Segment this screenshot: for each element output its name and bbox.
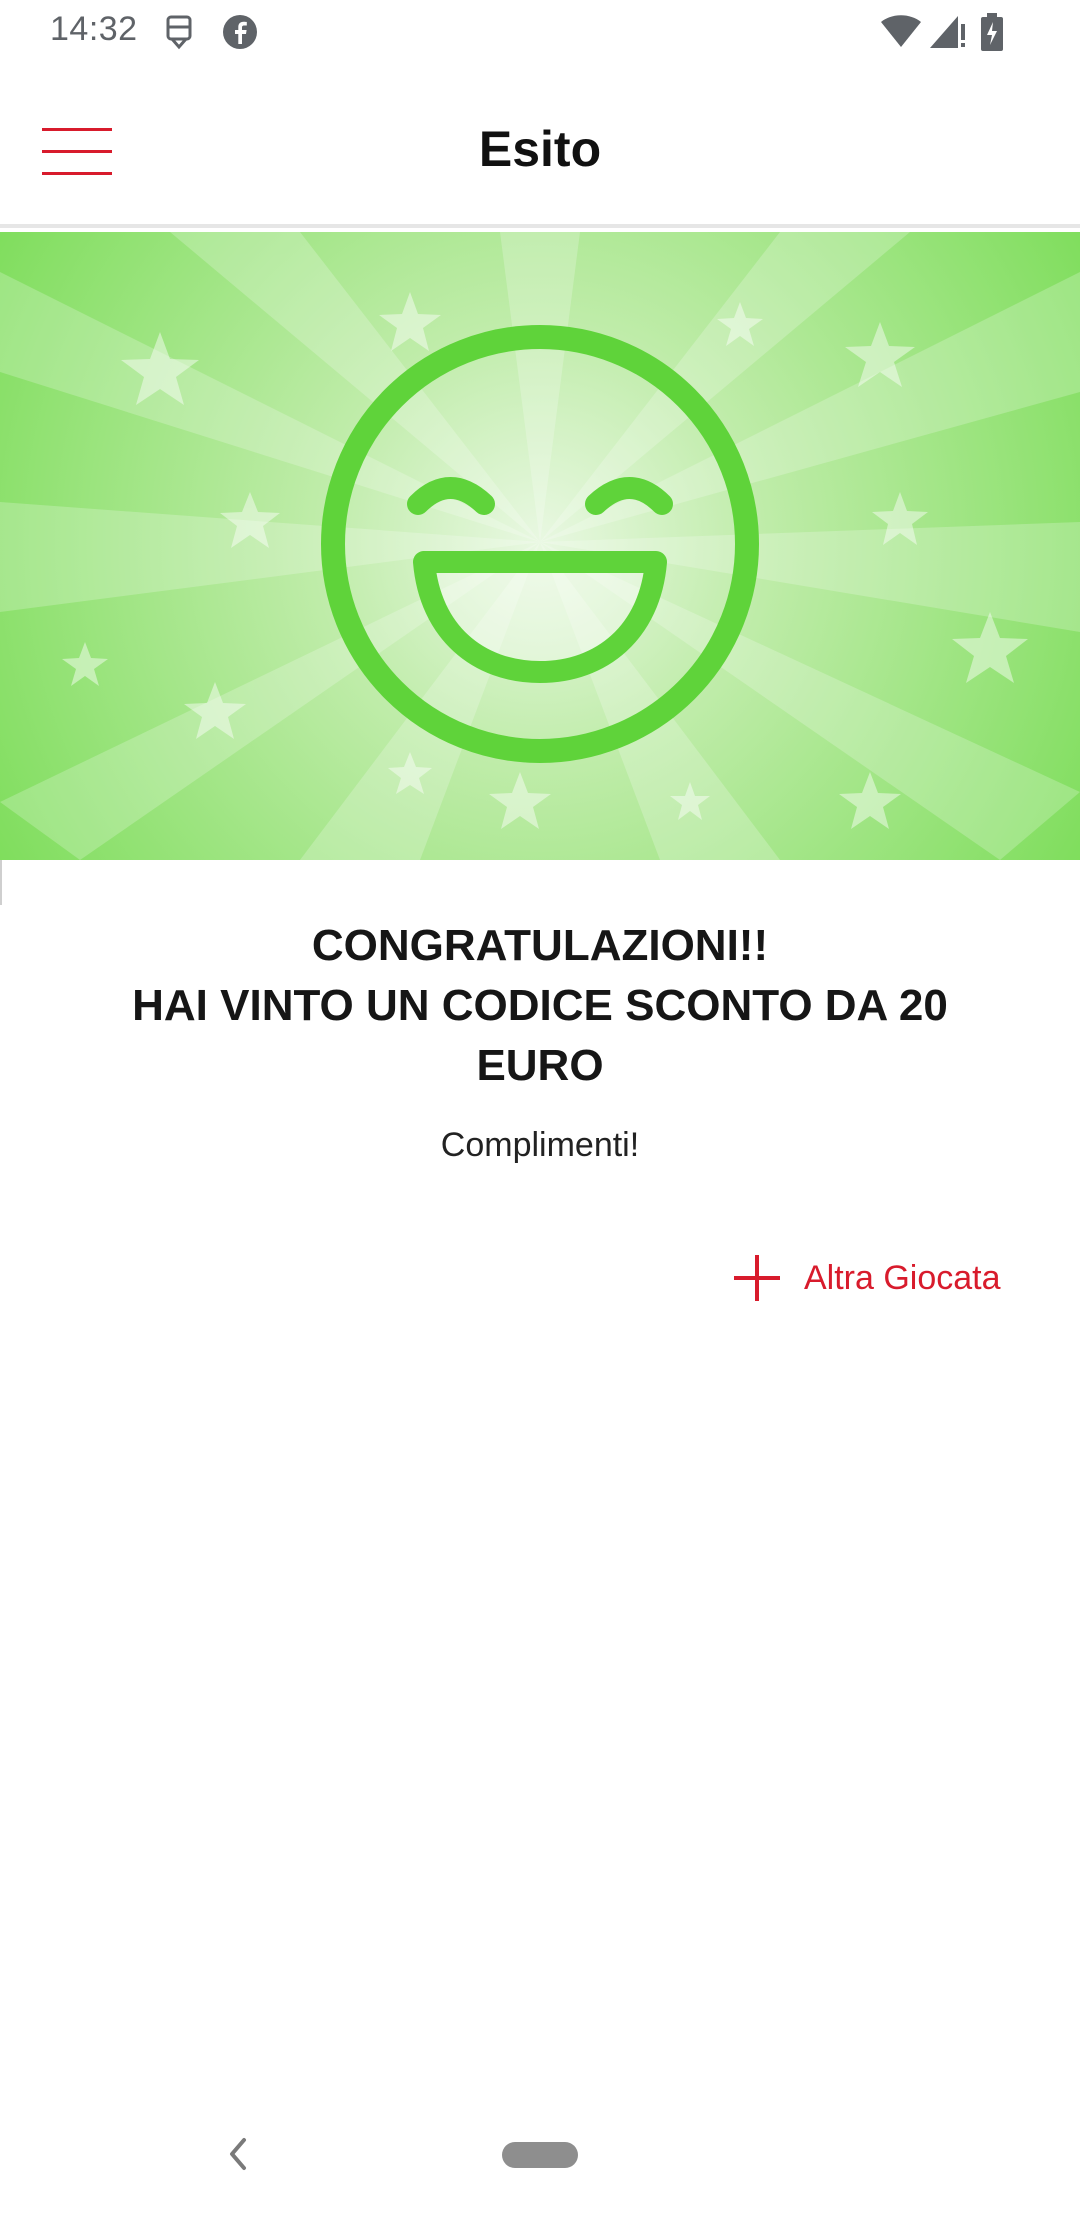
- play-again-label: Altra Giocata: [804, 1258, 1001, 1297]
- status-time: 14:32: [50, 10, 138, 48]
- result-subtitle: Complimenti!: [440, 1126, 640, 1164]
- facebook-icon: [222, 14, 258, 55]
- page-title: Esito: [478, 121, 602, 177]
- wifi-icon: [880, 14, 922, 53]
- back-chevron-icon[interactable]: [224, 2136, 252, 2177]
- notification-app-icon: [163, 14, 195, 55]
- result-title-line-3: EURO: [476, 1041, 604, 1090]
- result-title-line-2: HAI VINTO UN CODICE SCONTO DA 20: [132, 981, 948, 1030]
- home-pill-icon[interactable]: [502, 2142, 578, 2168]
- smiley-face-illustration: [0, 232, 1080, 860]
- plus-icon: [734, 1255, 780, 1301]
- status-bar: 14:32: [0, 0, 1080, 66]
- play-again-button[interactable]: Altra Giocata: [734, 1250, 1001, 1306]
- app-bar: Esito: [0, 66, 1080, 228]
- result-title-line-1: CONGRATULAZIONI!!: [311, 921, 769, 970]
- battery-icon: [980, 12, 1004, 57]
- signal-icon: [928, 12, 968, 55]
- result-title: CONGRATULAZIONI!! HAI VINTO UN CODICE SC…: [40, 916, 1040, 1096]
- divider: [0, 860, 2, 905]
